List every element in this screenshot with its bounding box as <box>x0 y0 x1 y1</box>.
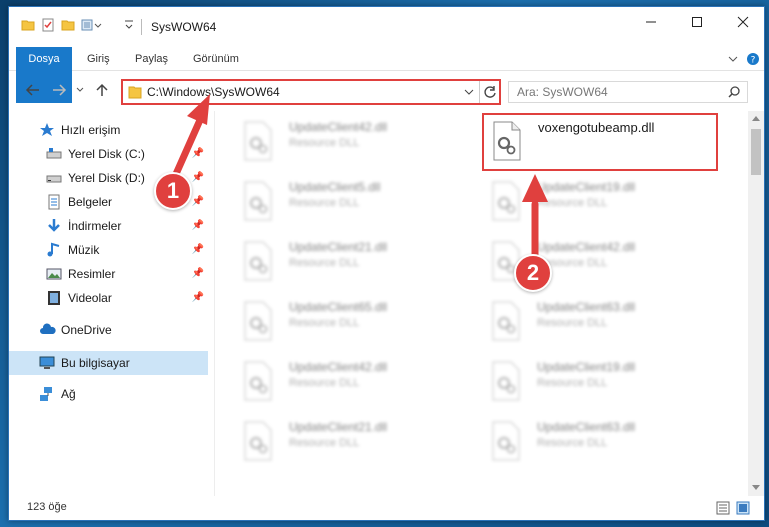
annotation-badge-1: 1 <box>154 172 192 210</box>
annotation-badge-2: 2 <box>514 254 552 292</box>
annotation-arrowhead-2 <box>522 174 548 202</box>
annotation-arrowhead-1 <box>187 94 210 125</box>
annotation-arrow-1 <box>172 116 204 178</box>
annotation-overlay <box>172 94 548 262</box>
